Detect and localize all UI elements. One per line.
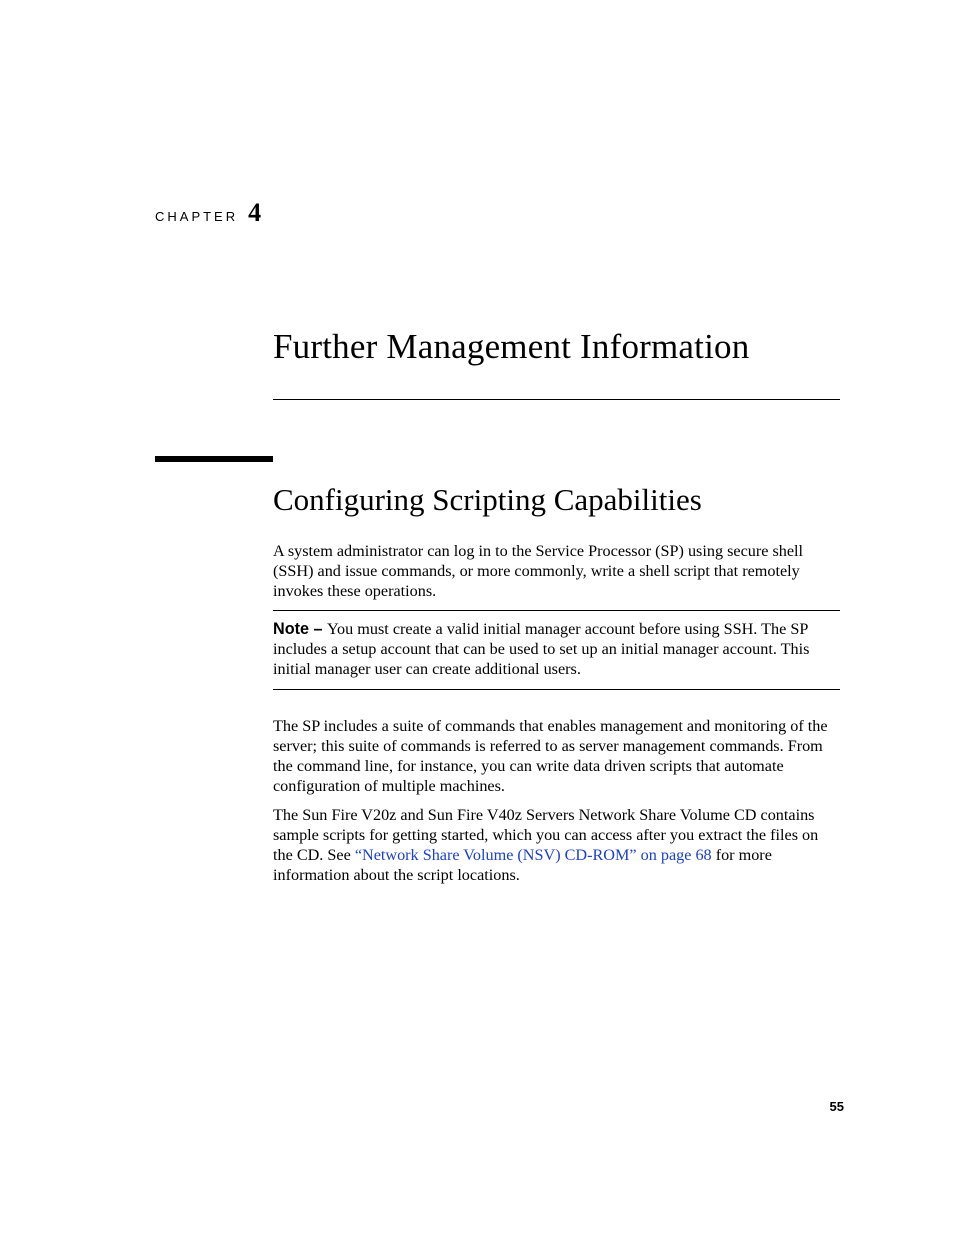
chapter-number: 4 <box>248 198 261 228</box>
cd-paragraph: The Sun Fire V20z and Sun Fire V40z Serv… <box>273 805 840 885</box>
section-heading: Configuring Scripting Capabilities <box>273 482 702 518</box>
note-body: You must create a valid initial manager … <box>273 620 809 678</box>
note-box: Note – You must create a valid initial m… <box>273 610 840 690</box>
document-page: CHAPTER 4 Further Management Information… <box>0 0 954 1235</box>
chapter-label-line: CHAPTER 4 <box>155 198 261 228</box>
suite-paragraph: The SP includes a suite of commands that… <box>273 716 840 796</box>
section-marker-bar <box>155 456 273 462</box>
chapter-label: CHAPTER <box>155 209 238 224</box>
title-rule <box>273 399 840 400</box>
nsv-cdrom-link[interactable]: “Network Share Volume (NSV) CD-ROM” on p… <box>355 846 712 864</box>
page-number: 55 <box>830 1099 844 1114</box>
page-title: Further Management Information <box>273 327 749 367</box>
note-label: Note – <box>273 620 327 638</box>
intro-paragraph: A system administrator can log in to the… <box>273 541 840 601</box>
